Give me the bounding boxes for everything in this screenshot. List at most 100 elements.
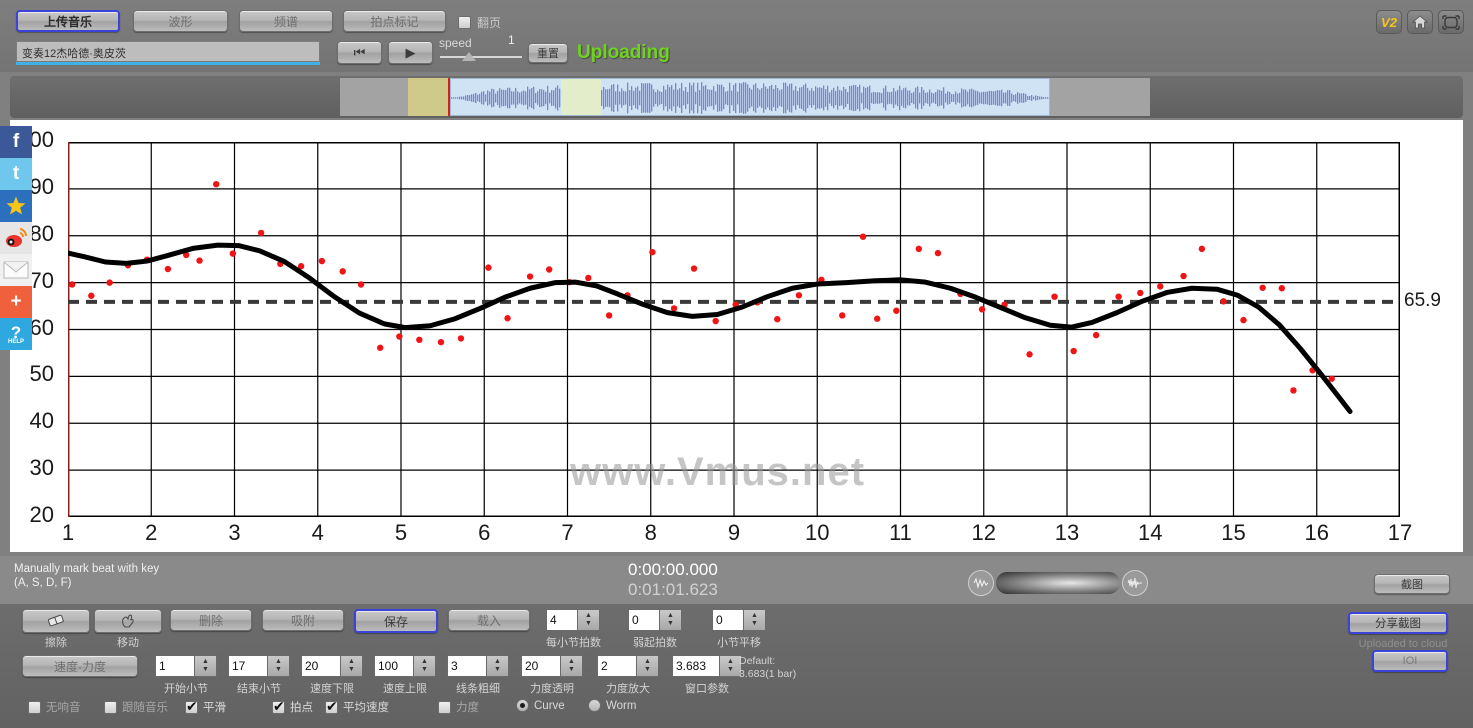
chevron-down-icon[interactable]: ▼ [667,620,674,628]
chevron-up-icon[interactable]: ▲ [585,612,592,620]
speed-slider-track[interactable] [440,56,522,58]
spinner-tempo-max-input[interactable] [374,655,414,677]
spinner-start-bar-input[interactable] [155,655,195,677]
spinner-tempo-min[interactable]: ▲▼ [301,655,363,677]
fullscreen-button[interactable] [1438,10,1464,34]
spinner-line-width-arrows[interactable]: ▲ ▼ [487,655,509,677]
chevron-up-icon[interactable]: ▲ [421,658,428,666]
speed-slider-thumb[interactable] [462,52,476,61]
checkbox-beat[interactable]: 拍点 [272,698,313,715]
page-turn-checkbox[interactable] [458,16,471,29]
checkbox-smooth[interactable]: 平滑 [185,698,226,715]
chevron-up-icon[interactable]: ▲ [644,658,651,666]
radio-curve-dot[interactable] [516,699,529,712]
checkbox-dynamics-box[interactable] [438,700,451,714]
twitter-icon[interactable]: t [0,158,32,190]
chevron-down-icon[interactable]: ▼ [421,666,428,674]
rewind-button[interactable]: ⏮ [337,41,382,64]
chevron-down-icon[interactable]: ▼ [751,620,758,628]
spinner-start-bar[interactable]: ▲▼ [155,655,217,677]
checkbox-follow-music-box[interactable] [104,700,117,714]
spinner-window-param-input[interactable] [672,655,720,677]
spinner-tempo-min-arrows[interactable]: ▲ ▼ [341,655,363,677]
checkbox-no-sound[interactable]: 无响音 [28,699,81,715]
tab-spectrum[interactable]: 频谱 [239,10,333,32]
tempo-chart-panel[interactable]: 20 30 40 50 60 70 80 90 100 1 2 3 4 5 6 7 8 9 10 11 12 13 14 1… [10,120,1463,552]
chevron-up-icon[interactable]: ▲ [202,658,209,666]
reset-button[interactable]: 重置 [528,43,568,63]
chevron-down-icon[interactable]: ▼ [644,666,651,674]
checkbox-smooth-box[interactable] [185,698,198,714]
track-progress-bar[interactable] [16,62,320,65]
spinner-line-width[interactable]: ▲▼ [447,655,509,677]
help-icon[interactable]: ? HELP [0,318,32,350]
waveform-selection[interactable] [408,78,448,116]
track-name-field[interactable]: 变奏12杰哈德·奥皮茨 [16,41,320,62]
chevron-down-icon[interactable]: ▼ [568,666,575,674]
radio-worm-dot[interactable] [588,699,601,712]
spinner-line-width-input[interactable] [447,655,487,677]
spinner-bar-shift[interactable]: ▲▼ [712,609,766,631]
tab-waveform[interactable]: 波形 [133,10,228,32]
spinner-end-bar-input[interactable] [228,655,268,677]
checkbox-no-sound-box[interactable] [28,700,41,714]
tempo-plot-svg[interactable] [68,142,1400,517]
radio-curve[interactable]: Curve [516,699,565,712]
chevron-up-icon[interactable]: ▲ [667,612,674,620]
tempo-plot-area[interactable] [68,142,1400,517]
chevron-up-icon[interactable]: ▲ [727,658,734,666]
checkbox-avg-tempo-box[interactable] [325,698,338,714]
home-button[interactable] [1407,10,1433,34]
checkbox-follow-music[interactable]: 跟随音乐 [104,699,168,715]
spinner-pickup-beats-input[interactable] [628,609,660,631]
waveform-overview-inner[interactable] [340,78,1150,116]
page-turn-option[interactable]: 翻页 [458,14,501,31]
spinner-tempo-min-input[interactable] [301,655,341,677]
waveform-overview-strip[interactable] [10,76,1463,118]
qzone-star-icon[interactable] [0,190,32,222]
chevron-up-icon[interactable]: ▲ [751,612,758,620]
radio-worm[interactable]: Worm [588,699,636,712]
checkbox-dynamics[interactable]: 力度 [438,699,479,715]
erase-tool-button[interactable] [22,609,90,633]
spinner-tempo-max[interactable]: ▲▼ [374,655,436,677]
save-button[interactable]: 保存 [354,609,438,633]
spinner-dyn-alpha[interactable]: ▲▼ [521,655,583,677]
spinner-tempo-max-arrows[interactable]: ▲ ▼ [414,655,436,677]
checkbox-beat-box[interactable] [272,698,285,714]
checkbox-avg-tempo[interactable]: 平均速度 [325,698,389,715]
chevron-up-icon[interactable]: ▲ [494,658,501,666]
chevron-up-icon[interactable]: ▲ [348,658,355,666]
volume-slider[interactable] [996,572,1120,594]
spinner-dyn-scale-arrows[interactable]: ▲ ▼ [637,655,659,677]
delete-button[interactable]: 删除 [170,609,252,631]
waveform-small-icon[interactable] [968,570,994,596]
chevron-down-icon[interactable]: ▼ [202,666,209,674]
volume-control[interactable] [968,570,1148,596]
waveform-display[interactable] [450,78,1050,116]
screenshot-button[interactable]: 截图 [1374,574,1450,594]
spinner-dyn-scale[interactable]: ▲▼ [597,655,659,677]
spinner-window-param[interactable]: ▲▼ [672,655,742,677]
chevron-up-icon[interactable]: ▲ [568,658,575,666]
chevron-down-icon[interactable]: ▼ [348,666,355,674]
waveform-playhead[interactable] [448,78,450,116]
chevron-down-icon[interactable]: ▼ [275,666,282,674]
spinner-beats-per-bar-input[interactable] [546,609,578,631]
chevron-down-icon[interactable]: ▼ [585,620,592,628]
spinner-dyn-alpha-input[interactable] [521,655,561,677]
spinner-end-bar-arrows[interactable]: ▲ ▼ [268,655,290,677]
play-button[interactable]: ▶ [388,41,433,64]
weibo-icon[interactable] [0,222,32,254]
spinner-bar-shift-arrows[interactable]: ▲ ▼ [744,609,766,631]
snap-button[interactable]: 吸附 [262,609,344,631]
chevron-down-icon[interactable]: ▼ [727,666,734,674]
email-icon[interactable] [0,254,32,286]
load-button[interactable]: 载入 [448,609,530,631]
spinner-beats-per-bar[interactable]: ▲▼ [546,609,600,631]
spinner-dyn-scale-input[interactable] [597,655,637,677]
spinner-end-bar[interactable]: ▲▼ [228,655,290,677]
chevron-up-icon[interactable]: ▲ [275,658,282,666]
share-screenshot-button[interactable]: 分享截图 [1348,612,1448,634]
chevron-down-icon[interactable]: ▼ [494,666,501,674]
